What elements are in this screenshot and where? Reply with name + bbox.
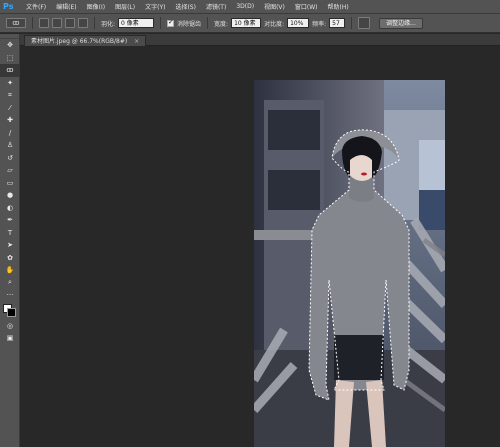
document-tab-title: 素材图片.jpeg @ 66.7%(RGB/8#) (31, 38, 128, 45)
move-icon[interactable]: ✥ (0, 39, 20, 52)
menu-type[interactable]: 文字(Y) (140, 2, 170, 11)
menu-layer[interactable]: 图层(L) (110, 2, 140, 11)
screen-mode-icon[interactable]: ▣ (0, 332, 20, 345)
refine-edge-button[interactable]: 调整边缘... (379, 17, 423, 29)
healing-brush-icon[interactable]: ✚ (0, 114, 20, 127)
canvas-area[interactable] (20, 46, 500, 447)
background-color-swatch[interactable] (7, 307, 16, 317)
divider (207, 17, 209, 29)
tools-panel: ✥ ⬚ ꝏ ✦ ⌗ ⁄ ✚ / ♙ ↺ ▱ ▭ ● ◐ ✒ T ➤ ✿ ✋ ⌕ … (0, 34, 20, 447)
pen-icon[interactable]: ✒ (0, 214, 20, 227)
eyedropper-icon[interactable]: ⁄ (0, 102, 20, 115)
menu-file[interactable]: 文件(F) (21, 2, 51, 11)
contrast-label: 对比度: (264, 20, 285, 28)
photo-of-woman (254, 80, 445, 447)
menu-filter[interactable]: 滤镜(T) (201, 2, 231, 11)
menu-view[interactable]: 视图(V) (259, 2, 290, 11)
gradient-icon[interactable]: ▭ (0, 177, 20, 190)
menu-image[interactable]: 图像(I) (82, 2, 110, 11)
color-swatches (0, 302, 20, 320)
frequency-input[interactable]: 57 (329, 18, 346, 28)
frequency-label: 频率: (312, 20, 327, 28)
history-brush-icon[interactable]: ↺ (0, 152, 20, 165)
zoom-icon[interactable]: ⌕ (0, 277, 20, 290)
marquee-icon[interactable]: ⬚ (0, 52, 20, 65)
feather-label: 羽化: (101, 20, 116, 28)
options-bar: ꝏ 羽化: 0 像素 消除锯齿 宽度: 10 像素 对比度: 10% 频率: 5… (0, 14, 500, 33)
width-input[interactable]: 10 像素 (231, 18, 262, 28)
document-tab-bar: 素材图片.jpeg @ 66.7%(RGB/8#) × (20, 34, 500, 46)
menu-edit[interactable]: 编辑(E) (51, 2, 81, 11)
photoshop-logo: Ps (3, 1, 14, 11)
document-image[interactable] (254, 80, 445, 447)
contrast-input[interactable]: 10% (287, 18, 310, 28)
quick-mask-icon[interactable]: ◎ (0, 320, 20, 333)
tool-preset-picker[interactable]: ꝏ (6, 18, 26, 28)
divider (160, 17, 162, 29)
intersect-selection-button[interactable] (78, 18, 88, 28)
width-label: 宽度: (214, 20, 229, 28)
antialias-checkbox[interactable] (167, 18, 175, 27)
close-icon[interactable]: × (134, 38, 139, 45)
dodge-icon[interactable]: ◐ (0, 202, 20, 215)
divider (351, 17, 353, 29)
divider (94, 17, 95, 29)
divider (32, 17, 33, 29)
menu-window[interactable]: 窗口(W) (290, 2, 323, 11)
type-icon[interactable]: T (0, 227, 20, 240)
new-selection-button[interactable] (39, 18, 49, 28)
menu-bar: Ps 文件(F) 编辑(E) 图像(I) 图层(L) 文字(Y) 选择(S) 滤… (0, 0, 500, 14)
hand-icon[interactable]: ✋ (0, 264, 20, 277)
shape-icon[interactable]: ✿ (0, 252, 20, 265)
feather-input[interactable]: 0 像素 (118, 18, 155, 28)
magic-wand-icon[interactable]: ✦ (0, 77, 20, 90)
crop-icon[interactable]: ⌗ (0, 89, 20, 102)
document-tab[interactable]: 素材图片.jpeg @ 66.7%(RGB/8#) × (24, 35, 147, 46)
tablet-pressure-button[interactable] (358, 17, 371, 29)
clone-stamp-icon[interactable]: ♙ (0, 139, 20, 152)
eraser-icon[interactable]: ▱ (0, 164, 20, 177)
menu-3d[interactable]: 3D(D) (231, 3, 259, 10)
lasso-icon: ꝏ (12, 19, 20, 27)
brush-icon[interactable]: / (0, 127, 20, 140)
subtract-selection-button[interactable] (65, 18, 75, 28)
menu-help[interactable]: 帮助(H) (323, 2, 354, 11)
add-to-selection-button[interactable] (52, 18, 62, 28)
blur-icon[interactable]: ● (0, 189, 20, 202)
antialias-label: 消除锯齿 (177, 20, 202, 28)
menu-select[interactable]: 选择(S) (170, 2, 201, 11)
path-selection-icon[interactable]: ➤ (0, 239, 20, 252)
more-tools-icon[interactable]: ··· (0, 289, 20, 302)
magnetic-lasso-icon[interactable]: ꝏ (0, 64, 20, 77)
